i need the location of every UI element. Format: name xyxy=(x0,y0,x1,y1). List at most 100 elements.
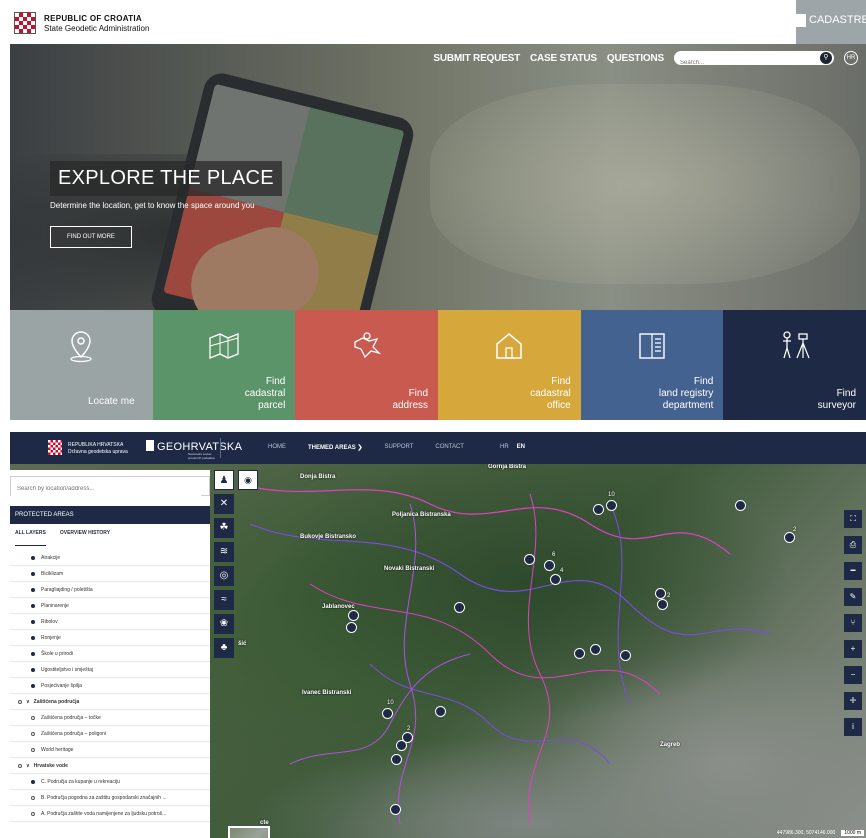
layer-active-dot-icon[interactable] xyxy=(31,667,35,672)
layer-active-dot-icon[interactable] xyxy=(31,619,35,624)
layer-group-row[interactable]: ∨ Hrvatske vode xyxy=(10,758,210,774)
fullscreen-icon[interactable]: ⛶ xyxy=(844,510,862,528)
map-poi-marker[interactable] xyxy=(784,532,795,543)
map-poi-marker[interactable] xyxy=(391,754,402,765)
cadastre-logo[interactable]: CADASTRE xyxy=(796,0,866,44)
layer-active-dot-icon[interactable] xyxy=(31,587,35,592)
measure-icon[interactable]: ━ xyxy=(844,562,862,580)
find-out-more-button[interactable]: FIND OUT MORE xyxy=(50,226,132,248)
nav-submit-request[interactable]: SUBMIT REQUEST xyxy=(433,53,520,64)
tab-all-layers[interactable]: ALL LAYERS xyxy=(15,530,46,546)
layer-group-row[interactable]: ∨ Zaštićena područja xyxy=(10,694,210,710)
water-theme-icon[interactable]: ≈ xyxy=(214,590,234,610)
layer-toggle-ring-icon[interactable] xyxy=(18,699,22,704)
layer-active-dot-icon[interactable] xyxy=(31,571,35,576)
zoom-in-icon[interactable]: + xyxy=(844,640,862,658)
map-poi-marker[interactable] xyxy=(657,599,668,610)
street-view-icon[interactable]: ♟ xyxy=(214,470,234,490)
lang-en[interactable]: EN xyxy=(517,444,525,450)
tile-find-office[interactable]: Find cadastral office xyxy=(438,310,581,420)
globe-theme-icon[interactable]: ◎ xyxy=(214,566,234,586)
layer-toggle-ring-icon[interactable] xyxy=(18,763,22,768)
layer-toggle-ring-icon[interactable] xyxy=(31,715,35,720)
map-poi-marker[interactable] xyxy=(655,588,666,599)
map-poi-marker[interactable] xyxy=(590,644,601,655)
nav-case-status[interactable]: CASE STATUS xyxy=(530,53,597,64)
info-icon[interactable]: i xyxy=(844,718,862,736)
tile-find-address[interactable]: Find address xyxy=(295,310,439,420)
tab-overview-history[interactable]: OVERVIEW HISTORY xyxy=(60,530,110,546)
layer-row[interactable]: C. Područja za kupanje u rekreaciju xyxy=(10,774,210,790)
share-icon[interactable]: ⑂ xyxy=(844,614,862,632)
layer-row[interactable]: Paragliajding / poletišta xyxy=(10,582,210,598)
layer-active-dot-icon[interactable] xyxy=(31,603,35,608)
map-poi-marker[interactable] xyxy=(550,574,561,585)
tile-find-surveyor[interactable]: Find surveyor xyxy=(723,310,866,420)
tile-find-parcel[interactable]: Find cadastral parcel xyxy=(152,310,296,420)
map-poi-marker[interactable] xyxy=(544,560,555,571)
layer-row[interactable]: World heritage xyxy=(10,742,210,758)
tile-find-land-registry[interactable]: Find land registry department xyxy=(580,310,724,420)
croatia-crest-icon[interactable] xyxy=(48,440,62,455)
nav-themed-areas[interactable]: THEMED AREAS ❯ xyxy=(308,444,362,451)
croatia-crest-icon[interactable] xyxy=(14,12,36,34)
map-poi-marker[interactable] xyxy=(382,708,393,719)
nav-home[interactable]: HOME xyxy=(268,444,286,451)
layer-active-dot-icon[interactable] xyxy=(31,635,35,640)
search-icon[interactable]: ⚲ xyxy=(820,52,832,64)
location-search-input[interactable] xyxy=(11,480,201,498)
map-poi-marker[interactable] xyxy=(524,554,535,565)
layer-row[interactable]: Biciklizam xyxy=(10,566,210,582)
map-poi-marker[interactable] xyxy=(435,706,446,717)
waves-theme-icon[interactable]: ≋ xyxy=(214,542,234,562)
layer-toggle-ring-icon[interactable] xyxy=(31,795,35,800)
chevron-down-icon[interactable]: ∨ xyxy=(26,763,30,769)
layer-row[interactable]: Planinarenje xyxy=(10,598,210,614)
map-poi-marker[interactable] xyxy=(454,602,465,613)
layer-toggle-ring-icon[interactable] xyxy=(31,747,35,752)
nav-contact[interactable]: CONTACT xyxy=(435,444,464,451)
site-search-input[interactable] xyxy=(674,56,814,70)
layer-active-dot-icon[interactable] xyxy=(31,651,35,656)
layer-row[interactable]: Atrakcije xyxy=(10,550,210,566)
layer-toggle-ring-icon[interactable] xyxy=(31,731,35,736)
layer-row[interactable]: Zaštićena područja – točke xyxy=(10,710,210,726)
map-poi-marker[interactable] xyxy=(606,500,617,511)
map-poi-marker[interactable] xyxy=(735,500,746,511)
nav-support[interactable]: SUPPORT xyxy=(384,444,413,451)
map-pin-icon[interactable]: ◉ xyxy=(238,470,258,490)
agency-brand[interactable]: REPUBLIC OF CROATIA State Geodetic Admin… xyxy=(44,14,149,34)
layer-active-dot-icon[interactable] xyxy=(31,683,35,688)
language-hr-button[interactable]: HR xyxy=(844,51,858,65)
overview-minimap[interactable] xyxy=(228,826,270,838)
print-icon[interactable]: ⎙ xyxy=(844,536,862,554)
map-poi-marker[interactable] xyxy=(593,504,604,515)
layer-row[interactable]: Ribolov xyxy=(10,614,210,630)
layer-active-dot-icon[interactable] xyxy=(31,779,35,784)
layer-row[interactable]: Ugostiteljstvo i smještaj xyxy=(10,662,210,678)
layer-row[interactable]: Zaštićena područja – poligoni xyxy=(10,726,210,742)
chevron-down-icon[interactable]: ∨ xyxy=(26,699,30,705)
map-poi-marker[interactable] xyxy=(620,650,631,661)
nature-theme-icon[interactable]: ☘ xyxy=(214,518,234,538)
map-poi-marker[interactable] xyxy=(390,804,401,815)
layer-row[interactable]: B. Područja pogodna za zaštitu gospodars… xyxy=(10,790,210,806)
layer-row[interactable]: Ronjenje xyxy=(10,630,210,646)
tile-locate-me[interactable]: Locate me xyxy=(10,310,153,420)
map-poi-marker[interactable] xyxy=(346,622,357,633)
close-icon[interactable]: ✕ xyxy=(214,494,234,514)
layer-active-dot-icon[interactable] xyxy=(31,555,35,560)
zoom-out-icon[interactable]: − xyxy=(844,666,862,684)
layer-row[interactable]: Posjećivanje špilja xyxy=(10,678,210,694)
lang-hr[interactable]: HR xyxy=(500,444,509,450)
pan-icon[interactable]: ✛ xyxy=(844,692,862,710)
map-poi-marker[interactable] xyxy=(348,610,359,621)
layer-row[interactable]: A. Područja zaštite voda namijenjene za … xyxy=(10,806,210,822)
tree-theme-icon[interactable]: ♣ xyxy=(214,638,234,658)
map-poi-marker[interactable] xyxy=(402,732,413,743)
heritage-theme-icon[interactable]: ❀ xyxy=(214,614,234,634)
layer-row[interactable]: Škole u prirodi xyxy=(10,646,210,662)
layer-toggle-ring-icon[interactable] xyxy=(31,811,35,816)
draw-icon[interactable]: ✎ xyxy=(844,588,862,606)
agency-brand[interactable]: REPUBLIKA HRVATSKA Državna geodetska upr… xyxy=(68,442,128,456)
